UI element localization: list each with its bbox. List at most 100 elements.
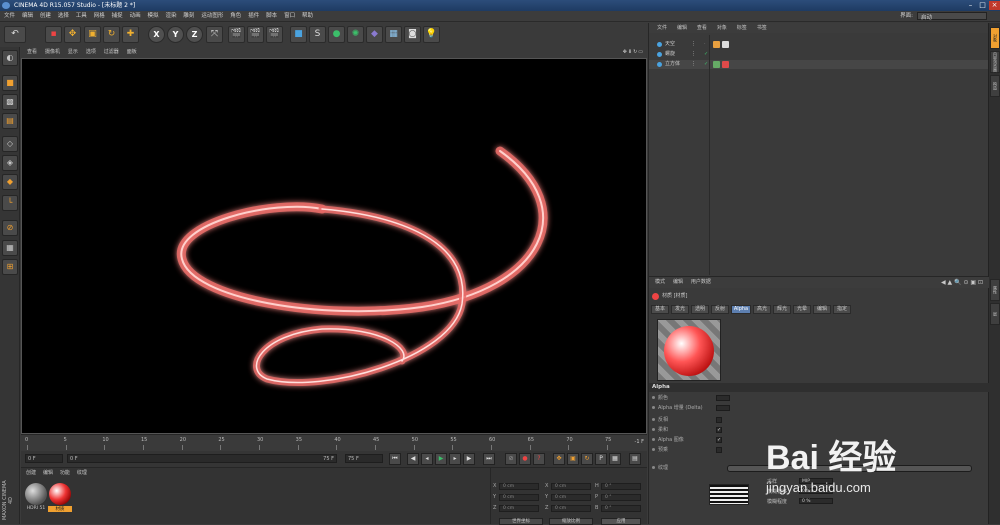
tab-structure[interactable]: 构造 bbox=[990, 75, 1000, 97]
key-pla-icon[interactable]: ▦ bbox=[609, 453, 621, 465]
subdivision-surface-icon[interactable]: ● bbox=[328, 26, 345, 43]
tab-content-browser[interactable]: 内容浏览器 bbox=[990, 51, 1000, 73]
soft-checkbox[interactable]: ✓ bbox=[716, 427, 722, 433]
locked-workplane-icon[interactable]: ⊞ bbox=[2, 259, 18, 275]
z-axis-lock-button[interactable]: Z bbox=[186, 26, 203, 43]
tab-luminance[interactable]: 发光 bbox=[671, 305, 689, 314]
tex-blur-scale-field[interactable]: 0 % bbox=[799, 498, 833, 504]
mat-menu-texture[interactable]: 纹理 bbox=[77, 468, 87, 478]
polygons-mode-icon[interactable]: ◆ bbox=[2, 174, 18, 190]
tab-basic[interactable]: 基本 bbox=[651, 305, 669, 314]
tab-alpha[interactable]: Alpha bbox=[731, 305, 751, 314]
menu-sculpt[interactable]: 雕刻 bbox=[183, 11, 194, 22]
key-scale-icon[interactable]: ▣ bbox=[567, 453, 579, 465]
menu-help[interactable]: 帮助 bbox=[302, 11, 313, 22]
am-menu-mode[interactable]: 模式 bbox=[655, 277, 665, 288]
floor-icon[interactable]: ▦ bbox=[385, 26, 402, 43]
menu-edit[interactable]: 编辑 bbox=[22, 11, 33, 22]
menu-script[interactable]: 脚本 bbox=[266, 11, 277, 22]
y-axis-lock-button[interactable]: Y bbox=[167, 26, 184, 43]
material-red-thumbnail[interactable] bbox=[49, 483, 71, 505]
vp-menu-panel[interactable]: 面板 bbox=[127, 47, 137, 58]
minimize-button[interactable]: – bbox=[965, 1, 976, 10]
vp-menu-filter[interactable]: 过滤器 bbox=[104, 47, 119, 58]
visibility-toggle-icon[interactable]: ⋮ bbox=[691, 61, 697, 67]
mat-menu-create[interactable]: 创建 bbox=[26, 468, 36, 478]
tab-objects[interactable]: 对象 bbox=[990, 27, 1000, 49]
x-axis-lock-button[interactable]: X bbox=[148, 26, 165, 43]
om-menu-bookmarks[interactable]: 书签 bbox=[757, 23, 767, 33]
prev-frame-button[interactable]: ◂ bbox=[421, 453, 433, 465]
coord-rot-p[interactable]: 0 ° bbox=[601, 494, 641, 501]
timeline-window-icon[interactable]: ▤ bbox=[629, 453, 641, 465]
spline-pen-icon[interactable]: S bbox=[309, 26, 326, 43]
tab-reflection[interactable]: 反射 bbox=[711, 305, 729, 314]
key-param-icon[interactable]: P bbox=[595, 453, 607, 465]
render-view-icon[interactable]: 🎬 bbox=[228, 26, 245, 43]
vp-menu-display[interactable]: 显示 bbox=[68, 47, 78, 58]
model-mode-icon[interactable]: ■ bbox=[2, 75, 18, 91]
light-icon[interactable]: 💡 bbox=[423, 26, 440, 43]
tab-transparency[interactable]: 透明 bbox=[691, 305, 709, 314]
move-icon[interactable]: ✥ bbox=[64, 26, 81, 43]
coord-size-z[interactable]: 0 cm bbox=[551, 505, 591, 512]
close-button[interactable]: × bbox=[989, 1, 1000, 10]
object-row-sky[interactable]: 天空 ⋮ · bbox=[649, 40, 989, 49]
texture-thumbnail[interactable] bbox=[709, 484, 749, 505]
menu-simulate[interactable]: 模拟 bbox=[148, 11, 159, 22]
rotate-icon[interactable]: ↻ bbox=[103, 26, 120, 43]
undo-button[interactable]: ↶ bbox=[4, 26, 26, 43]
layout-select[interactable]: 启动 bbox=[917, 12, 987, 21]
viewport-nav-icons[interactable]: ✥⬇↻▭ bbox=[623, 47, 644, 58]
vp-menu-options[interactable]: 选项 bbox=[86, 47, 96, 58]
invert-checkbox[interactable] bbox=[716, 417, 722, 423]
am-menu-userdata[interactable]: 用户数据 bbox=[691, 277, 711, 288]
tab-layers[interactable]: 层 bbox=[990, 303, 1000, 325]
workplane-icon[interactable]: ▤ bbox=[2, 113, 18, 129]
tab-halo[interactable]: 光晕 bbox=[793, 305, 811, 314]
object-row-cube[interactable]: 立方体 ⋮ ✓ bbox=[649, 60, 989, 69]
om-menu-objects[interactable]: 对象 bbox=[717, 23, 727, 33]
coord-size-y[interactable]: 0 cm bbox=[551, 494, 591, 501]
key-rotation-icon[interactable]: ↻ bbox=[581, 453, 593, 465]
axis-mode-icon[interactable]: └ bbox=[2, 195, 18, 211]
menu-animate[interactable]: 动画 bbox=[130, 11, 141, 22]
menu-mograph[interactable]: 运动图形 bbox=[201, 11, 223, 22]
end-frame-field[interactable]: 75 F bbox=[345, 454, 383, 463]
edges-mode-icon[interactable]: ◈ bbox=[2, 155, 18, 171]
visibility-toggle-icon[interactable]: ⋮ bbox=[691, 41, 697, 47]
tex-sampling-field[interactable]: MIP bbox=[799, 478, 833, 484]
material-hdri-thumbnail[interactable] bbox=[25, 483, 47, 505]
menu-plugins[interactable]: 插件 bbox=[248, 11, 259, 22]
snapping-icon[interactable]: ▦ bbox=[2, 240, 18, 256]
premultiplied-checkbox[interactable] bbox=[716, 447, 722, 453]
image-alpha-checkbox[interactable]: ✓ bbox=[716, 437, 722, 443]
live-select-icon[interactable]: ▪ bbox=[45, 26, 62, 43]
phong-tag-icon[interactable] bbox=[713, 61, 720, 68]
coord-pos-y[interactable]: 0 cm bbox=[499, 494, 539, 501]
am-nav-icons[interactable]: ◀ ▲ 🔍 ⊙ ▣ ⊡ bbox=[941, 277, 983, 288]
om-menu-tags[interactable]: 标签 bbox=[737, 23, 747, 33]
mat-menu-edit[interactable]: 编辑 bbox=[43, 468, 53, 478]
coord-pos-z[interactable]: 0 cm bbox=[499, 505, 539, 512]
go-to-start-button[interactable]: ⏮ bbox=[389, 453, 401, 465]
recent-tool-icon[interactable]: ✚ bbox=[122, 26, 139, 43]
deformer-icon[interactable]: ◆ bbox=[366, 26, 383, 43]
next-key-button[interactable]: ▶ bbox=[463, 453, 475, 465]
coordinate-system-icon[interactable]: ⤧ bbox=[206, 26, 223, 43]
points-mode-icon[interactable]: ◇ bbox=[2, 136, 18, 152]
tab-specular[interactable]: 高光 bbox=[753, 305, 771, 314]
om-menu-file[interactable]: 文件 bbox=[657, 23, 667, 33]
tex-blur-offset-field[interactable]: 0 % bbox=[799, 488, 833, 494]
tab-editor[interactable]: 编辑 bbox=[813, 305, 831, 314]
menu-mesh[interactable]: 网格 bbox=[94, 11, 105, 22]
compositing-tag-icon[interactable] bbox=[722, 41, 729, 48]
tab-assign[interactable]: 指定 bbox=[833, 305, 851, 314]
texture-mode-icon[interactable]: ▩ bbox=[2, 94, 18, 110]
render-settings-icon[interactable]: 🎬 bbox=[266, 26, 283, 43]
tweak-mode-icon[interactable]: ⊘ bbox=[2, 220, 18, 236]
key-position-icon[interactable]: ✥ bbox=[553, 453, 565, 465]
menu-render[interactable]: 渲染 bbox=[165, 11, 176, 22]
autokey-icon[interactable]: ● bbox=[519, 453, 531, 465]
cube-primitive-icon[interactable]: ■ bbox=[290, 26, 307, 43]
